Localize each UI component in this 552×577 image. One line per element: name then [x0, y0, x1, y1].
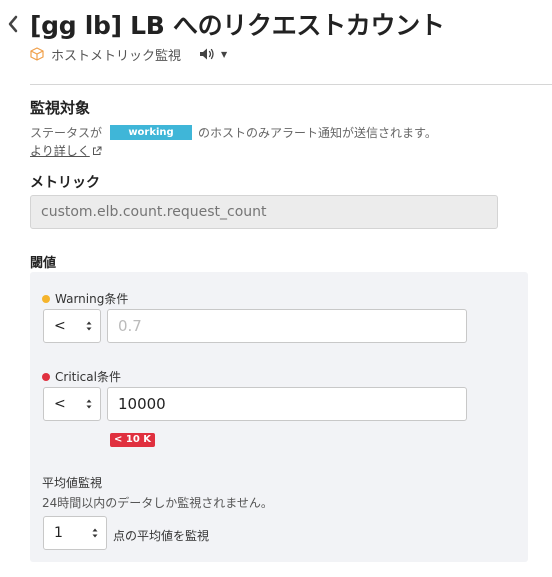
more-details-label: より詳しく — [30, 144, 90, 158]
critical-operator-select[interactable]: < — [43, 387, 101, 421]
more-details-link[interactable]: より詳しく — [30, 142, 102, 159]
monitor-type-label: ホストメトリック監視 — [51, 48, 182, 64]
status-badge: working — [110, 125, 193, 140]
status-prefix: ステータスが — [30, 126, 103, 140]
select-arrows-icon — [86, 321, 92, 331]
critical-label-text: Critical条件 — [55, 370, 121, 384]
external-link-icon — [92, 146, 102, 155]
target-heading: 監視対象 — [30, 99, 91, 117]
average-points-suffix: 点の平均値を監視 — [113, 529, 210, 543]
critical-dot-icon — [42, 372, 50, 381]
metric-input[interactable] — [30, 195, 498, 229]
notification-volume-dropdown[interactable]: ▼ — [199, 47, 227, 61]
average-monitor-description: 24時間以内のデータしか監視されません。 — [42, 496, 273, 510]
metric-heading: メトリック — [30, 175, 100, 191]
warning-threshold-input[interactable] — [107, 309, 467, 343]
average-monitor-title: 平均値監視 — [42, 476, 103, 490]
critical-condition-label: Critical条件 — [42, 368, 121, 385]
select-arrows-icon — [92, 528, 98, 538]
warning-label-text: Warning条件 — [55, 292, 129, 306]
warning-condition-label: Warning条件 — [42, 290, 128, 307]
average-points-select[interactable]: 1 — [43, 516, 107, 550]
select-arrows-icon — [86, 399, 92, 409]
average-points-value: 1 — [54, 525, 63, 541]
monitor-type-row: ホストメトリック監視 ▼ — [30, 45, 227, 64]
speaker-icon — [200, 48, 214, 60]
status-filter-line: ステータスが working のホストのみアラート通知が送信されます。 — [30, 124, 437, 141]
critical-operator-value: < — [54, 396, 66, 412]
threshold-heading: 閾値 — [30, 256, 57, 271]
cube-icon — [30, 47, 44, 61]
critical-value-hint: < 10 K — [110, 433, 156, 447]
back-chevron-icon[interactable] — [6, 14, 20, 34]
caret-down-icon: ▼ — [221, 49, 228, 59]
header-divider — [30, 84, 552, 85]
page-title: [gg lb] LB へのリクエストカウント — [30, 11, 445, 40]
warning-dot-icon — [42, 294, 50, 303]
threshold-panel: Warning条件 < Critical条件 < < 10 K 平均値監視 24… — [30, 272, 528, 562]
critical-threshold-input[interactable] — [107, 387, 467, 421]
warning-operator-value: < — [54, 318, 66, 334]
status-suffix: のホストのみアラート通知が送信されます。 — [198, 126, 437, 140]
warning-operator-select[interactable]: < — [43, 309, 101, 343]
